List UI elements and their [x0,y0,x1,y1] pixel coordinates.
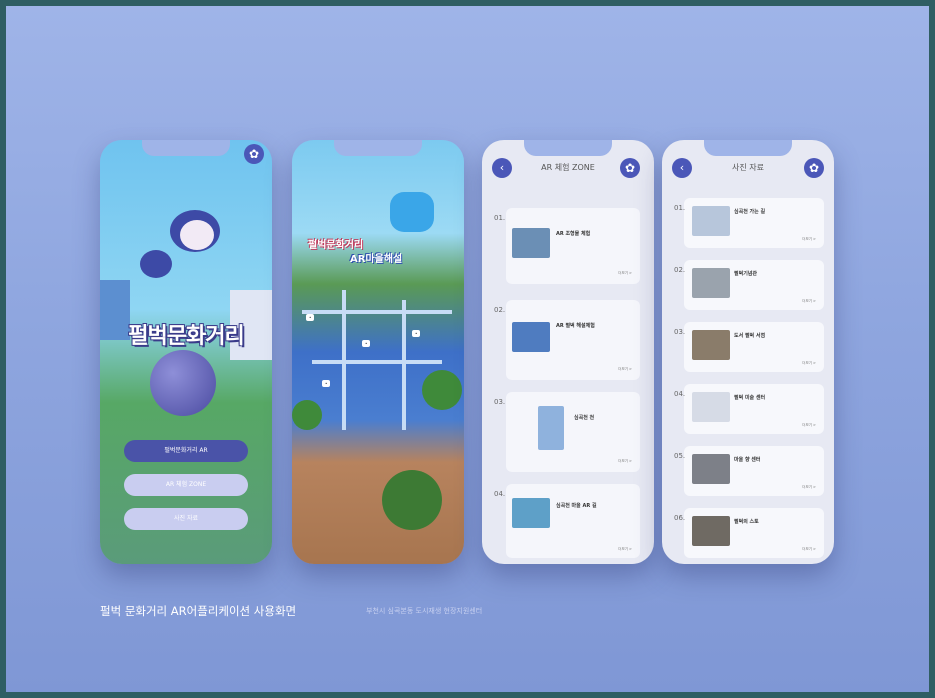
item-number: 02. [674,266,686,274]
page-title: AR 체험 ZONE [541,163,595,172]
item-title: 심곡천 가는 길 [734,209,766,215]
list-item[interactable]: 02. 펄벅기념관 더보기 > [674,260,824,310]
item-number: 03. [494,398,506,406]
photo-archive-button[interactable]: 사진 자료 [124,508,248,530]
ar-title-line2: AR마을해설 [350,254,403,265]
list-item[interactable]: 03. 도서 펄벅 서점 더보기 > [674,322,824,372]
phone-notch [524,140,612,156]
phone-notch [334,140,422,156]
more-link[interactable]: 더보기 > [802,547,816,552]
list-item[interactable]: 01. 심곡천 가는 길 더보기 > [674,198,824,248]
item-title: 도서 펄벅 서점 [734,333,766,339]
item-title: AR 펄벅 해설체험 [556,323,595,329]
item-thumbnail [512,228,550,258]
phone-main-menu: ✿ 펄벅문화거리 펄벅문화거리 AR AR 체험 ZONE 사진 자료 [100,140,272,564]
item-number: 01. [494,214,506,222]
more-link[interactable]: 더보기 > [802,423,816,428]
list-item[interactable]: 04. 펄벅 미술 센터 더보기 > [674,384,824,434]
more-link[interactable]: 더보기 > [802,485,816,490]
more-link[interactable]: 더보기 > [802,361,816,366]
phone-photo-list: ‹ ✿ 사진 자료 01. 심곡천 가는 길 더보기 > 02. 펄벅기념관 더… [662,140,834,564]
item-number: 04. [494,490,506,498]
item-thumbnail [692,516,730,546]
list-item[interactable]: AR 펄벅 해설체험 더보기 > [506,300,640,380]
item-number: 03. [674,328,686,336]
item-title: AR 조형물 체험 [556,231,591,237]
caption-subtitle: 부천시 심곡본동 도시재생 현장지원센터 [366,607,483,615]
app-logo-text: 펄벅문화거리 [128,324,244,349]
item-number: 01. [674,204,686,212]
item-title: 마을 향 센터 [734,457,761,463]
more-link[interactable]: 더보기 > [618,459,632,464]
phone-notch [704,140,792,156]
item-thumbnail [692,392,730,422]
globe-icon[interactable]: ✿ [244,144,264,164]
plant-illustration [382,470,442,530]
more-link[interactable]: 더보기 > [618,367,632,372]
item-title: 심곡천 마을 AR 길 [556,503,597,509]
list-item[interactable]: 06. 펄벅의 스토 더보기 > [674,508,824,558]
item-title: 심곡천 천 [574,415,595,421]
item-number: 06. [674,514,686,522]
hero-illustration [100,180,272,360]
more-link[interactable]: 더보기 > [618,271,632,276]
globe-illustration [150,350,216,416]
item-thumbnail [692,330,730,360]
item-title: 펄벅의 스토 [734,519,759,525]
item-title: 펄벅기념관 [734,271,758,277]
item-thumbnail [512,498,550,528]
more-link[interactable]: 더보기 > [618,547,632,552]
item-thumbnail [692,206,730,236]
list-item[interactable]: 심곡천 마을 AR 길 더보기 > [506,484,640,558]
list-item[interactable]: 05. 마을 향 센터 더보기 > [674,446,824,496]
mascot-illustration [390,192,434,232]
item-number: 02. [494,306,506,314]
phone-ar-map: 펄벅문화거리 AR마을해설 • • • • [292,140,464,564]
list-item[interactable]: 심곡천 천 더보기 > [506,392,640,472]
more-link[interactable]: 더보기 > [802,237,816,242]
ar-start-button[interactable]: 펄벅문화거리 AR [124,440,248,462]
ar-title-line1: 펄벅문화거리 [308,240,364,251]
mockup-board: ✿ 펄벅문화거리 펄벅문화거리 AR AR 체험 ZONE 사진 자료 펄벅문화… [6,6,929,692]
caption-title: 펄벅 문화거리 AR어플리케이션 사용화면 [100,604,297,618]
phone-ar-zone-list: ‹ ✿ AR 체험 ZONE 01. AR 조형물 체험 더보기 > 02. A… [482,140,654,564]
ar-map-area[interactable]: • • • • [292,290,464,440]
page-title: 사진 자료 [732,163,764,172]
item-thumbnail [512,322,550,352]
item-thumbnail [692,268,730,298]
item-thumbnail [538,406,564,450]
item-number: 04. [674,390,686,398]
list-item[interactable]: AR 조형물 체험 더보기 > [506,208,640,284]
item-thumbnail [692,454,730,484]
item-number: 05. [674,452,686,460]
item-title: 펄벅 미술 센터 [734,395,766,401]
phone-notch [142,140,230,156]
ar-zone-button[interactable]: AR 체험 ZONE [124,474,248,496]
more-link[interactable]: 더보기 > [802,299,816,304]
